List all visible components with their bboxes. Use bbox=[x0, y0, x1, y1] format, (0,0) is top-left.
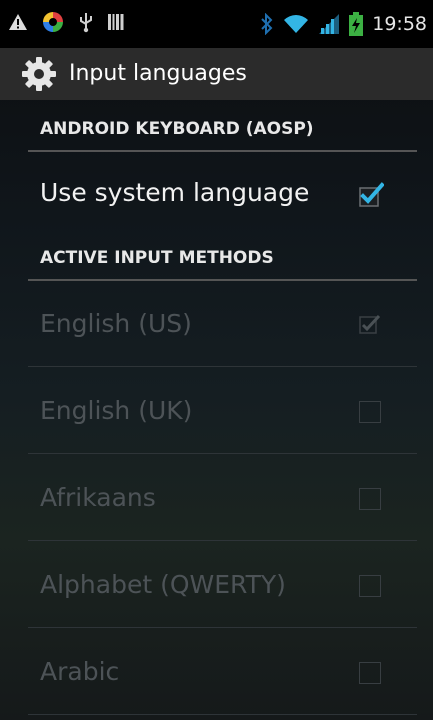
pref-label: English (UK) bbox=[40, 396, 193, 425]
checkbox-checked-disabled[interactable] bbox=[359, 313, 381, 335]
section-header-active-input-methods: ACTIVE INPUT METHODS bbox=[28, 247, 417, 281]
section-title: ACTIVE INPUT METHODS bbox=[40, 248, 274, 268]
pref-english-uk[interactable]: English (UK) bbox=[28, 367, 417, 454]
pref-alphabet-qwerty[interactable]: Alphabet (QWERTY) bbox=[28, 541, 417, 628]
status-bar: 19:58 bbox=[0, 0, 433, 48]
checkbox-unchecked-disabled[interactable] bbox=[359, 488, 381, 510]
section-title: ANDROID KEYBOARD (AOSP) bbox=[40, 119, 314, 139]
pref-use-system-language[interactable]: Use system language bbox=[28, 152, 417, 236]
usb-icon bbox=[80, 13, 92, 33]
section-header-keyboard: ANDROID KEYBOARD (AOSP) bbox=[28, 118, 417, 152]
barcode-icon bbox=[108, 14, 124, 30]
pref-label: English (US) bbox=[40, 309, 192, 338]
battery-charging-icon bbox=[349, 12, 364, 36]
page-title: Input languages bbox=[69, 61, 247, 86]
status-bar-system: 19:58 bbox=[260, 11, 427, 37]
pref-afrikaans[interactable]: Afrikaans bbox=[28, 454, 417, 541]
checkbox-unchecked-disabled[interactable] bbox=[359, 662, 381, 684]
wifi-icon bbox=[284, 15, 309, 33]
settings-gear-icon[interactable] bbox=[20, 55, 58, 93]
warning-icon bbox=[9, 14, 27, 30]
pref-label: Alphabet (QWERTY) bbox=[40, 570, 286, 599]
pref-label: Use system language bbox=[40, 178, 310, 207]
checkbox-checked[interactable] bbox=[358, 182, 384, 208]
checkbox-unchecked-disabled[interactable] bbox=[359, 401, 381, 423]
pref-label: Afrikaans bbox=[40, 483, 156, 512]
pref-label: Arabic bbox=[40, 657, 120, 686]
checkbox-unchecked-disabled[interactable] bbox=[359, 575, 381, 597]
action-bar: Input languages bbox=[0, 48, 433, 100]
status-time: 19:58 bbox=[372, 13, 427, 35]
app-notification-icon bbox=[43, 12, 63, 32]
status-bar-notifications bbox=[8, 11, 124, 33]
bluetooth-icon bbox=[261, 13, 273, 35]
row-divider bbox=[28, 714, 417, 715]
signal-icon bbox=[319, 14, 340, 34]
pref-arabic[interactable]: Arabic bbox=[28, 628, 417, 715]
pref-english-us[interactable]: English (US) bbox=[28, 281, 417, 367]
